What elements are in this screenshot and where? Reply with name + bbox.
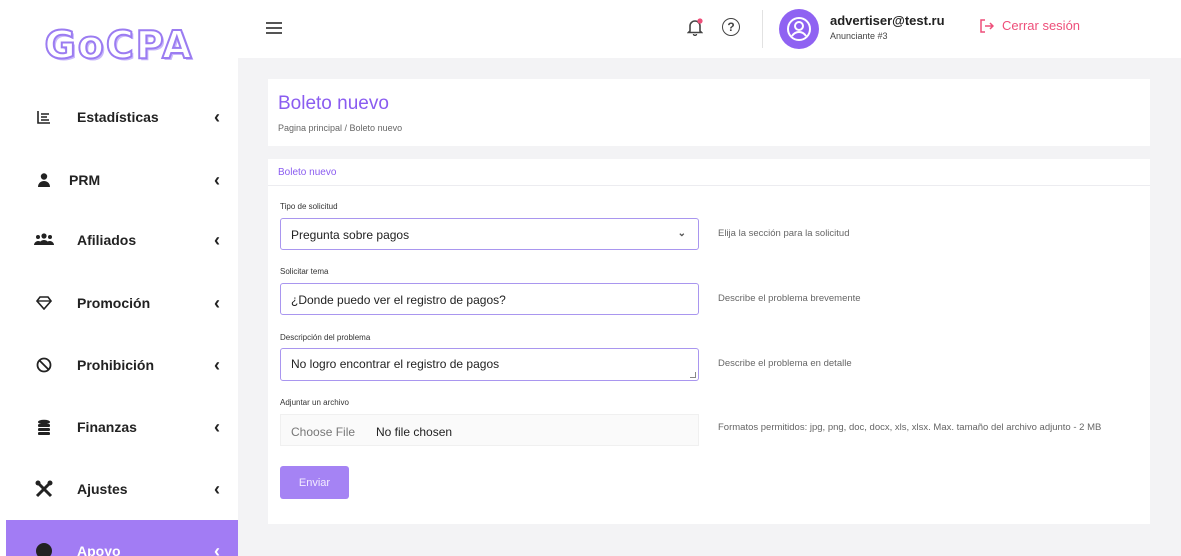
sidebar: GoCPA Estadísticas ‹ PRM ‹ Afiliados ‹ P… <box>0 0 238 556</box>
chevron-left-icon: ‹ <box>214 169 220 190</box>
sidebar-item-label: Estadísticas <box>77 109 159 125</box>
submit-button[interactable]: Enviar <box>280 466 349 499</box>
subject-input[interactable]: ¿Donde puedo ver el registro de pagos? <box>280 283 699 315</box>
attachment-label: Adjuntar un archivo <box>280 398 349 407</box>
tools-icon <box>34 479 54 499</box>
file-status: No file chosen <box>376 425 453 439</box>
resize-handle[interactable] <box>690 372 696 378</box>
sidebar-item-prohibicion[interactable]: Prohibición ‹ <box>0 334 238 396</box>
bell-icon[interactable] <box>686 18 704 41</box>
chevron-down-icon: ⌄ <box>677 228 686 239</box>
coins-icon <box>34 417 54 437</box>
chevron-left-icon: ‹ <box>214 354 220 375</box>
form-heading: Boleto nuevo <box>278 167 337 178</box>
sidebar-item-label: Apoyo <box>77 543 121 556</box>
users-icon <box>34 230 54 250</box>
request-type-label: Tipo de solicitud <box>280 202 338 211</box>
page-title: Boleto nuevo <box>278 93 389 114</box>
avatar[interactable] <box>779 9 819 49</box>
header-divider <box>762 10 763 48</box>
file-input[interactable]: Choose File No file chosen <box>280 414 699 446</box>
description-value: No logro encontrar el registro de pagos <box>291 357 500 371</box>
logout-button[interactable]: Cerrar sesión <box>980 18 1080 33</box>
diamond-icon <box>34 293 54 313</box>
sidebar-item-apoyo[interactable]: Apoyo ‹ <box>6 520 238 556</box>
sidebar-item-promocion[interactable]: Promoción ‹ <box>0 272 238 334</box>
request-type-help: Elija la sección para la solicitud <box>718 228 850 239</box>
sidebar-item-afiliados[interactable]: Afiliados ‹ <box>0 209 238 271</box>
breadcrumb[interactable]: Pagina principal / Boleto nuevo <box>278 123 402 133</box>
hamburger-menu-icon[interactable] <box>266 22 282 36</box>
logo[interactable]: GoCPA <box>0 0 238 90</box>
sidebar-item-label: Promoción <box>77 295 151 311</box>
request-type-value: Pregunta sobre pagos <box>291 228 410 242</box>
sidebar-item-label: Afiliados <box>77 232 137 248</box>
bar-chart-icon <box>34 107 54 127</box>
ticket-form-card: Boleto nuevo Tipo de solicitud Pregunta … <box>268 159 1150 524</box>
chevron-left-icon: ‹ <box>214 478 220 499</box>
description-help: Describe el problema en detalle <box>718 358 852 369</box>
sidebar-item-ajustes[interactable]: Ajustes ‹ <box>0 458 238 520</box>
ban-icon <box>34 355 54 375</box>
sidebar-item-prm[interactable]: PRM ‹ <box>0 149 238 211</box>
user-icon <box>34 170 54 190</box>
support-icon <box>34 541 54 556</box>
description-label: Descripción del problema <box>280 333 371 342</box>
user-role: Anunciante #3 <box>830 31 888 41</box>
subject-value: ¿Donde puedo ver el registro de pagos? <box>291 293 506 307</box>
top-header: ? advertiser@test.ru Anunciante #3 Cerra… <box>238 0 1181 58</box>
sidebar-item-label: Finanzas <box>77 419 137 435</box>
sidebar-item-label: Prohibición <box>77 357 154 373</box>
chevron-left-icon: ‹ <box>214 106 220 127</box>
description-textarea[interactable]: No logro encontrar el registro de pagos <box>280 348 699 381</box>
attachment-help: Formatos permitidos: jpg, png, doc, docx… <box>718 422 1102 433</box>
sidebar-item-estadisticas[interactable]: Estadísticas ‹ <box>0 86 238 148</box>
chevron-left-icon: ‹ <box>214 540 220 556</box>
logout-icon <box>980 18 994 33</box>
chevron-left-icon: ‹ <box>214 416 220 437</box>
sidebar-item-label: PRM <box>69 172 101 188</box>
page-header-card: Boleto nuevo Pagina principal / Boleto n… <box>268 79 1150 146</box>
request-type-select[interactable]: Pregunta sobre pagos ⌄ <box>280 218 699 250</box>
sidebar-item-finanzas[interactable]: Finanzas ‹ <box>0 396 238 458</box>
choose-file-button[interactable]: Choose File <box>291 425 355 439</box>
subject-help: Describe el problema brevemente <box>718 293 861 304</box>
help-icon[interactable]: ? <box>722 18 740 36</box>
form-header: Boleto nuevo <box>268 159 1150 186</box>
user-email: advertiser@test.ru <box>830 13 945 28</box>
chevron-left-icon: ‹ <box>214 292 220 313</box>
subject-label: Solicitar tema <box>280 267 329 276</box>
logout-label: Cerrar sesión <box>1002 18 1081 33</box>
sidebar-item-label: Ajustes <box>77 481 128 497</box>
chevron-left-icon: ‹ <box>214 229 220 250</box>
